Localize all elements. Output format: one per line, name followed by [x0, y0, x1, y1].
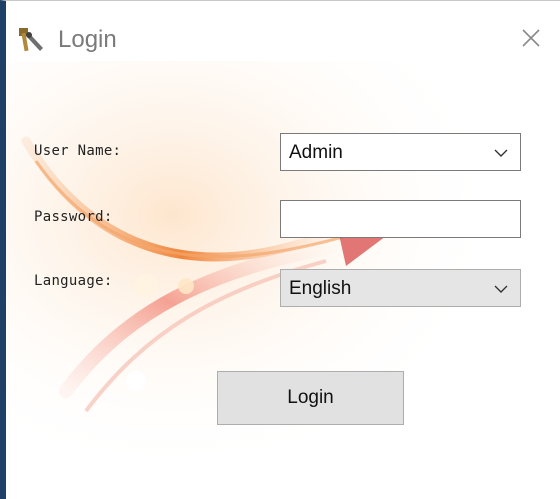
tools-icon [19, 28, 43, 52]
username-label: User Name: [34, 143, 122, 159]
password-input[interactable] [280, 200, 521, 238]
title-bar: Login [6, 1, 560, 71]
chevron-down-icon [494, 285, 508, 293]
login-window: Login User Name: Admin Password: Languag… [0, 0, 560, 499]
password-label: Password: [34, 209, 113, 225]
language-label: Language: [34, 273, 113, 289]
username-select[interactable]: Admin [280, 133, 521, 171]
language-select[interactable]: English [280, 269, 521, 307]
window-title: Login [58, 26, 117, 53]
username-value: Admin [289, 142, 343, 163]
language-value: English [289, 278, 352, 299]
chevron-down-icon [494, 149, 508, 157]
login-button[interactable]: Login [217, 371, 404, 425]
close-icon[interactable] [516, 23, 546, 53]
